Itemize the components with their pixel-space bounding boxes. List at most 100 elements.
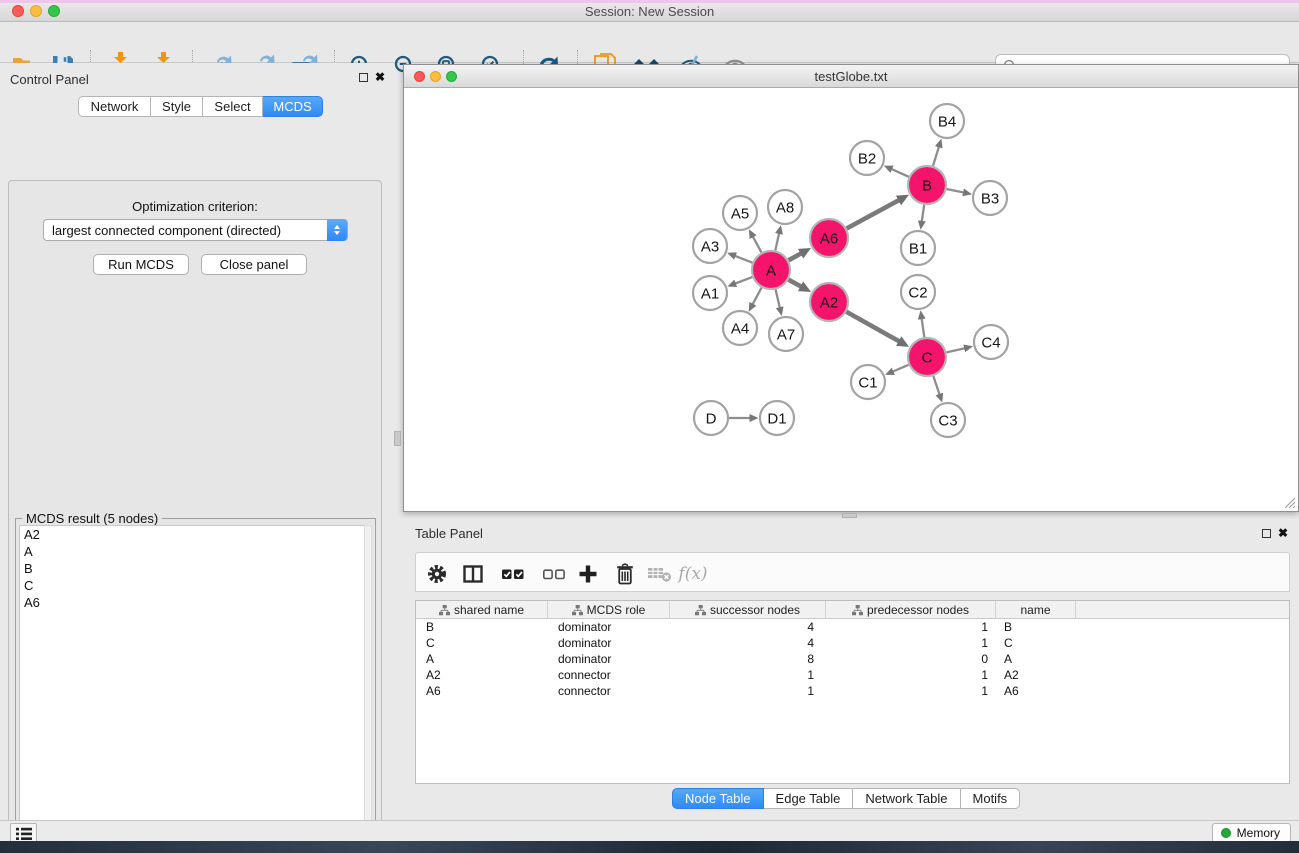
mcds-result-group: MCDS result (5 nodes) A2ABCA6 [15,518,376,853]
table-cell[interactable]: A [416,651,548,667]
table-cell[interactable]: A [996,651,1076,667]
column-header-predecessor-nodes[interactable]: predecessor nodes [826,601,996,619]
graph-edge-B-B2[interactable] [892,169,909,177]
table-row[interactable]: Bdominator41B [416,619,1289,635]
show-column-panel-icon[interactable] [460,561,486,587]
tab-motifs[interactable]: Motifs [961,788,1021,809]
table-row[interactable]: A2connector11A2 [416,667,1289,683]
network-graph-canvas[interactable]: B4B2BB3A8A5A6A3B1AA1C2A2A4A7C4CC1C3DD1 [404,89,1298,511]
tab-network-table[interactable]: Network Table [853,788,960,809]
table-cell[interactable]: dominator [548,635,670,651]
table-cell[interactable]: A2 [416,667,548,683]
column-header-filler [1076,601,1289,619]
graph-edge-A6-B[interactable] [847,200,899,228]
table-cell[interactable]: 1 [826,667,996,683]
add-column-icon[interactable] [575,561,601,587]
graph-edge-B-B1[interactable] [922,205,924,222]
graph-edge-A-A7[interactable] [776,290,780,308]
graph-edge-A2-C[interactable] [846,312,899,342]
table-cell[interactable]: 8 [670,651,826,667]
table-row[interactable]: Adominator80A [416,651,1289,667]
table-float-panel-icon[interactable] [1262,529,1271,538]
deselect-all-checkboxes-icon[interactable] [541,561,567,587]
table-cell[interactable]: connector [548,683,670,699]
table-cell[interactable]: C [416,635,548,651]
table-cell[interactable]: C [996,635,1076,651]
mcds-result-item[interactable]: B [20,560,365,577]
table-settings-icon[interactable] [424,561,450,587]
graph-edge-A-A8[interactable] [775,233,779,250]
graph-edge-C-C4[interactable] [947,348,965,352]
tab-select[interactable]: Select [203,96,263,117]
table-close-panel-icon[interactable]: ✖ [1278,526,1288,540]
function-builder-icon[interactable]: f(x) [680,561,706,587]
table-cell[interactable]: 4 [670,619,826,635]
graph-edge-A-A3[interactable] [735,256,752,263]
graph-edge-C-C3[interactable] [933,376,939,394]
graph-edge-A-A2[interactable] [789,280,802,287]
graph-edge-A-A6[interactable] [789,254,802,261]
graph-edge-A-A4[interactable] [753,288,762,305]
graph-node-label: C1 [858,374,877,391]
graph-node-label: A6 [820,230,838,247]
main-toolbar [0,23,1299,63]
column-header-mcds-role[interactable]: MCDS role [548,601,670,619]
graph-edge-B-B3[interactable] [947,189,964,193]
table-panel: Table Panel ✖ [403,519,1299,820]
column-header-name[interactable]: name [996,601,1076,619]
table-cell[interactable]: 1 [670,667,826,683]
table-cell[interactable]: 1 [826,619,996,635]
graph-node-label: D1 [767,410,786,427]
table-tabs: Node Table Edge Table Network Table Moti… [672,788,1020,809]
table-cell[interactable]: 1 [670,683,826,699]
table-cell[interactable]: A6 [996,683,1076,699]
tab-node-table[interactable]: Node Table [672,788,764,809]
table-cell[interactable]: B [416,619,548,635]
graph-edge-A-A5[interactable] [753,237,762,253]
tab-style[interactable]: Style [151,96,203,117]
vertical-splitter-handle[interactable] [394,431,401,446]
mcds-result-item[interactable]: A6 [20,594,365,611]
tab-network[interactable]: Network [78,96,151,117]
window-resize-grip[interactable] [1283,496,1296,509]
table-cell[interactable]: connector [548,667,670,683]
column-header-successor-nodes[interactable]: successor nodes [670,601,826,619]
graph-node-label: A [766,262,776,279]
table-cell[interactable]: A6 [416,683,548,699]
network-window-titlebar[interactable]: testGlobe.txt [404,65,1298,88]
graph-edge-C-C2[interactable] [922,319,925,338]
float-panel-icon[interactable] [359,73,368,82]
table-cell[interactable]: 4 [670,635,826,651]
graph-node-label: A3 [701,238,719,255]
select-all-checkboxes-icon[interactable] [500,561,526,587]
mcds-list-scrollbar[interactable] [364,525,372,853]
table-cell[interactable]: dominator [548,619,670,635]
column-header-shared-name[interactable]: shared name [416,601,548,619]
table-cell[interactable]: 1 [826,635,996,651]
table-row[interactable]: Cdominator41C [416,635,1289,651]
mcds-result-list[interactable]: A2ABCA6 [19,525,366,853]
mcds-result-item[interactable]: A [20,543,365,560]
delete-table-icon[interactable] [647,561,673,587]
graph-edge-C-C1[interactable] [893,365,909,372]
graph-edge-A-A1[interactable] [735,277,752,283]
run-mcds-button[interactable]: Run MCDS [93,254,189,275]
horizontal-splitter-handle[interactable] [842,513,857,518]
close-panel-icon[interactable]: ✖ [375,70,385,84]
table-row[interactable]: A6connector11A6 [416,683,1289,699]
close-panel-button[interactable]: Close panel [201,254,307,275]
tab-edge-table[interactable]: Edge Table [764,788,854,809]
node-table[interactable]: shared name MCDS role successor nodes pr… [415,600,1290,784]
table-cell[interactable]: 1 [826,683,996,699]
mcds-result-item[interactable]: A2 [20,526,365,543]
table-cell[interactable]: 0 [826,651,996,667]
memory-button[interactable]: Memory [1212,823,1291,843]
graph-edge-B-B4[interactable] [933,147,939,166]
tab-mcds[interactable]: MCDS [263,96,323,117]
criterion-dropdown[interactable]: largest connected component (directed) [43,219,348,241]
mcds-result-item[interactable]: C [20,577,365,594]
table-cell[interactable]: A2 [996,667,1076,683]
table-cell[interactable]: B [996,619,1076,635]
table-cell[interactable]: dominator [548,651,670,667]
delete-column-icon[interactable] [612,561,638,587]
